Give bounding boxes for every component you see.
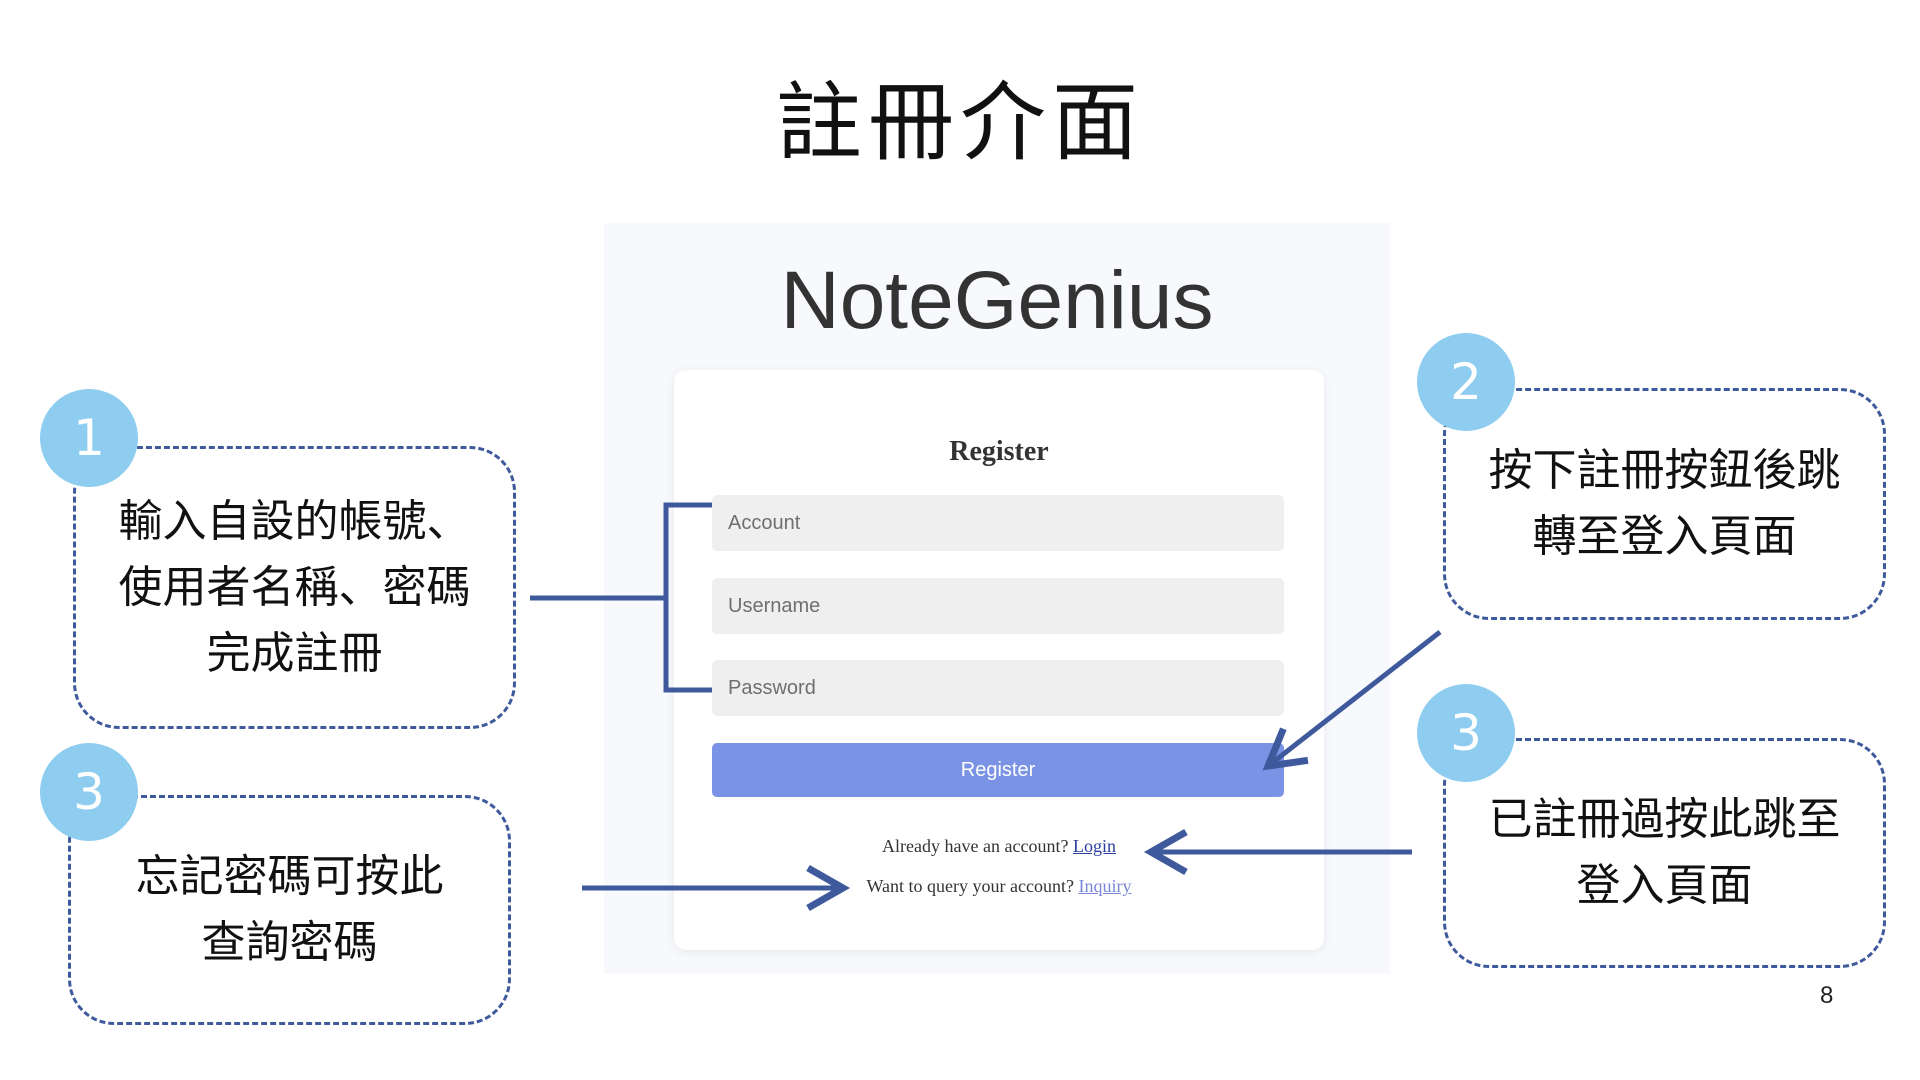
step-badge: 1 — [40, 389, 138, 487]
callout-line: 輸入自設的帳號、 — [118, 495, 471, 547]
callout-line: 完成註冊 — [206, 627, 383, 679]
login-link[interactable]: Login — [1073, 836, 1116, 856]
inquiry-link[interactable]: Inquiry — [1078, 876, 1131, 896]
callout-line: 忘記密碼可按此 — [135, 851, 444, 902]
callout-line: 按下註冊按鈕後跳 — [1488, 445, 1841, 496]
register-card: Register Register Already have an accoun… — [674, 370, 1324, 950]
callout-line: 使用者名稱、密碼 — [118, 561, 471, 613]
callout-register-fields: 輸入自設的帳號、 使用者名稱、密碼 完成註冊 — [73, 446, 516, 729]
app-brand-title: NoteGenius — [780, 255, 1214, 346]
callout-line: 轉至登入頁面 — [1532, 511, 1797, 562]
inquiry-prompt-text: Want to query your account? — [866, 876, 1074, 896]
app-screenshot: NoteGenius Register Register Already hav… — [604, 223, 1390, 974]
inquiry-prompt-line: Want to query your account? Inquiry — [674, 876, 1324, 897]
login-prompt-text: Already have an account? — [882, 836, 1069, 856]
login-prompt-line: Already have an account? Login — [674, 836, 1324, 857]
callout-inquiry-link: 忘記密碼可按此 查詢密碼 — [68, 795, 511, 1025]
step-badge: 3 — [1417, 684, 1515, 782]
callout-login-link: 已註冊過按此跳至 登入頁面 — [1443, 738, 1886, 968]
register-heading: Register — [949, 436, 1049, 467]
password-input[interactable] — [712, 660, 1284, 716]
username-input[interactable] — [712, 578, 1284, 634]
callout-line: 登入頁面 — [1576, 860, 1753, 911]
step-badge: 3 — [40, 743, 138, 841]
callout-line: 查詢密碼 — [201, 917, 378, 968]
page-number: 8 — [1820, 982, 1834, 1009]
callout-line: 已註冊過按此跳至 — [1488, 794, 1841, 845]
slide-title: 註冊介面 — [776, 73, 1144, 173]
callout-register-button: 按下註冊按鈕後跳 轉至登入頁面 — [1443, 388, 1886, 620]
register-button[interactable]: Register — [712, 743, 1284, 797]
account-input[interactable] — [712, 495, 1284, 551]
step-badge: 2 — [1417, 333, 1515, 431]
